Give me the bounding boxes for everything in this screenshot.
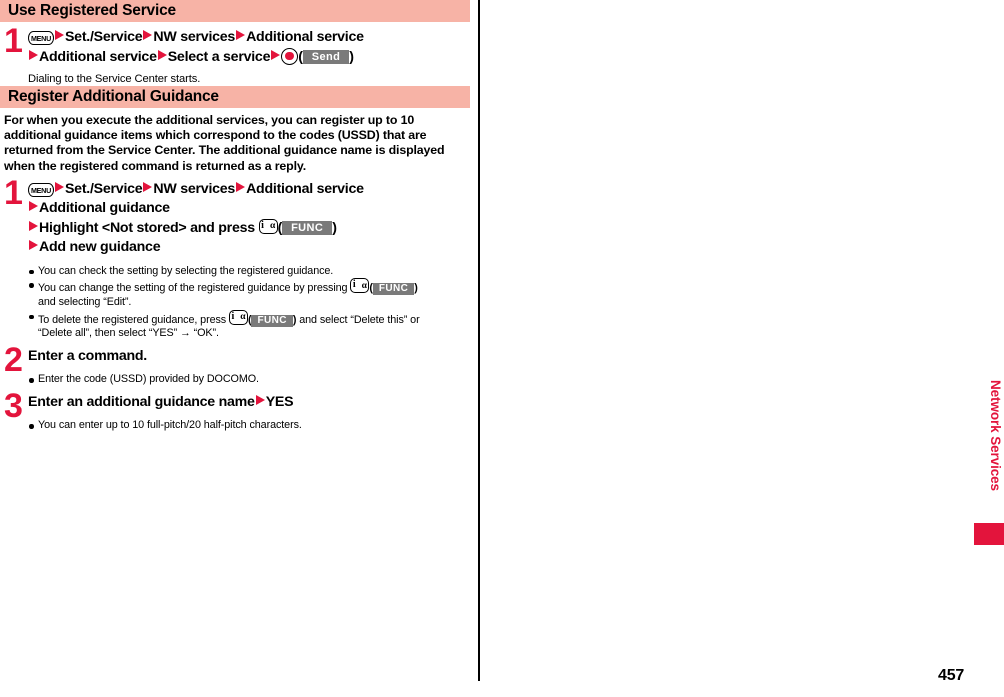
alpha-glyph: α bbox=[361, 280, 367, 291]
text-run: You can enter up to 10 full-pitch/20 hal… bbox=[38, 419, 302, 432]
step-arrow-icon bbox=[54, 30, 64, 40]
text-run: NW services bbox=[153, 180, 236, 197]
bullet-item: You can change the setting of the regist… bbox=[28, 278, 472, 309]
step-arrow-icon bbox=[29, 49, 38, 60]
text-run: YES bbox=[265, 393, 294, 410]
step-arrow-icon bbox=[29, 201, 38, 212]
softkey-label-func: FUNC bbox=[372, 283, 415, 296]
section-intro-paragraph: For when you execute the additional serv… bbox=[4, 113, 445, 173]
i-alpha-key-icon: iα bbox=[350, 278, 370, 294]
section-heading-bar: Register Additional Guidance bbox=[0, 86, 470, 108]
text-run: Additional service bbox=[39, 48, 157, 65]
step-number: 2 bbox=[4, 340, 23, 379]
text-run: Enter the code (USSD) provided by DOCOMO… bbox=[38, 373, 259, 386]
softkey-label-func: FUNC bbox=[251, 314, 293, 327]
i-alpha-key-icon: iα bbox=[258, 218, 278, 234]
i-alpha-key-icon: iα bbox=[228, 309, 248, 325]
menu-key-icon: MENU bbox=[28, 31, 54, 45]
step-bullet-list: Enter the code (USSD) provided by DOCOMO… bbox=[0, 373, 472, 387]
step-arrow-icon bbox=[143, 181, 153, 192]
text-run: Enter a command. bbox=[28, 347, 147, 364]
menu-key-icon: MENU bbox=[28, 182, 54, 197]
text-run: “Delete all”, then select “YES” → “OK”. bbox=[38, 327, 219, 340]
step-bullet-list: You can enter up to 10 full-pitch/20 hal… bbox=[0, 419, 472, 433]
column-divider-rule bbox=[478, 0, 480, 681]
text-run: Add new guidance bbox=[39, 239, 161, 256]
softkey-label-send: Send bbox=[302, 49, 350, 64]
text-run: Additional service bbox=[246, 180, 364, 197]
bullet-item: Enter the code (USSD) provided by DOCOMO… bbox=[28, 373, 472, 387]
step-instruction-lines: MENU Set./Service NW services Additional se… bbox=[28, 28, 472, 67]
text-run: Select a service bbox=[167, 48, 271, 65]
chapter-side-tab-label: Network Services bbox=[988, 380, 1003, 491]
procedure-step: 2 Enter a command. bbox=[0, 343, 472, 377]
i-glyph: i bbox=[261, 219, 264, 231]
step-number: 1 bbox=[4, 173, 23, 212]
step-instruction-line: MENU Set./Service NW services Additional se… bbox=[28, 180, 472, 200]
step-instruction-line: Add new guidance bbox=[28, 238, 472, 258]
bullet-item: You can enter up to 10 full-pitch/20 hal… bbox=[28, 419, 472, 433]
text-run: You can change the setting of the regist… bbox=[38, 282, 351, 295]
section-heading-bar: Use Registered Service bbox=[0, 0, 470, 22]
step-note: Dialing to the Service Center starts. bbox=[28, 73, 201, 85]
bullet-item: To delete the registered guidance, press… bbox=[28, 309, 472, 341]
step-arrow-icon bbox=[143, 30, 153, 40]
step-arrow-icon bbox=[236, 30, 246, 40]
step-arrow-icon bbox=[157, 49, 167, 60]
text-run: Enter an additional guidance name bbox=[28, 393, 255, 410]
step-instruction-line: MENU Set./Service NW services Additional se… bbox=[28, 28, 472, 48]
step-arrow-icon bbox=[29, 240, 38, 251]
text-run: and selecting “Edit”. bbox=[38, 296, 132, 308]
manual-page: Use Registered Service 1 MENU Set./Service N… bbox=[0, 0, 1004, 697]
text-run: Highlight <Not stored> and press bbox=[39, 219, 259, 236]
section-heading-title: Register Additional Guidance bbox=[8, 88, 219, 106]
step-instruction-line: Additional guidance bbox=[28, 199, 472, 219]
step-bullet-list: You can check the setting by selecting t… bbox=[0, 265, 472, 341]
section-heading-title: Use Registered Service bbox=[8, 2, 176, 20]
page-content-column: Use Registered Service 1 MENU Set./Service N… bbox=[0, 0, 472, 433]
step-instruction-lines: Enter an additional guidance name YES bbox=[28, 393, 472, 413]
softkey-label-func: FUNC bbox=[282, 220, 333, 235]
text-run: and select “Delete this” or bbox=[296, 313, 420, 326]
text-run: You can check the setting by selecting t… bbox=[38, 264, 334, 277]
i-glyph: i bbox=[231, 310, 235, 322]
step-number: 1 bbox=[4, 22, 23, 60]
parenthesis: ) bbox=[349, 48, 354, 65]
step-arrow-icon bbox=[54, 181, 64, 192]
step-instruction-line: Highlight <Not stored> and press i α(FUNC… bbox=[28, 218, 472, 239]
i-glyph: i bbox=[352, 279, 356, 291]
step-arrow-icon bbox=[29, 220, 38, 231]
text-run: Set./Service bbox=[64, 180, 143, 197]
parenthesis: ) bbox=[332, 219, 337, 236]
alpha-glyph: α bbox=[240, 312, 246, 323]
step-instruction-lines: Enter a command. bbox=[28, 347, 472, 367]
step-arrow-icon bbox=[255, 394, 265, 405]
step-arrow-icon bbox=[236, 181, 246, 192]
step-instruction-lines: MENU Set./Service NW services Additional se… bbox=[28, 180, 472, 258]
procedure-step: 1 MENU Set./Service NW services Additional s… bbox=[0, 24, 472, 67]
step-number: 3 bbox=[4, 386, 23, 425]
text-run: Set./Service bbox=[64, 29, 143, 45]
text-run: Additional service bbox=[246, 29, 364, 45]
text-run: NW services bbox=[153, 29, 236, 45]
step-instruction-line: Additional service Select a service(Send) bbox=[28, 47, 472, 68]
alpha-glyph: α bbox=[270, 221, 276, 232]
text-run: Additional guidance bbox=[39, 200, 170, 217]
parenthesis: ) bbox=[414, 282, 418, 295]
text-run: To delete the registered guidance, press bbox=[38, 313, 229, 326]
bullet-item: You can check the setting by selecting t… bbox=[28, 265, 472, 279]
page-number: 457 bbox=[938, 667, 965, 684]
step-instruction-line: Enter a command. bbox=[28, 347, 472, 367]
procedure-step: 3 Enter an additional guidance name YES bbox=[0, 389, 472, 423]
center-select-key-icon bbox=[281, 47, 299, 65]
step-instruction-line: Enter an additional guidance name YES bbox=[28, 393, 472, 413]
chapter-side-tab-marker bbox=[974, 523, 1004, 545]
step-arrow-icon bbox=[271, 49, 281, 60]
procedure-step: 1 MENU Set./Service NW services Additional s… bbox=[0, 176, 472, 258]
